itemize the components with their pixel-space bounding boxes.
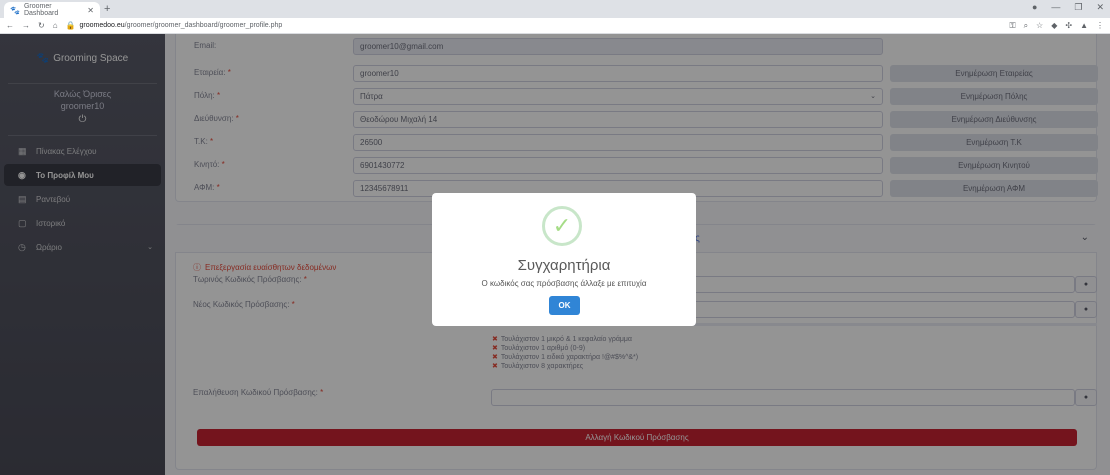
profile-icon[interactable]: ● (1032, 2, 1037, 13)
home-icon[interactable]: ⌂ (53, 21, 58, 30)
close-window-icon[interactable]: ✕ (1096, 2, 1104, 13)
back-icon[interactable]: ← (6, 21, 14, 30)
forward-icon[interactable]: → (22, 21, 30, 30)
puzzle-icon[interactable]: ✣ (1065, 21, 1072, 31)
account-icon[interactable]: ▲ (1080, 21, 1088, 31)
check-icon: ✓ (542, 206, 582, 246)
zoom-icon[interactable]: ⌕ (1024, 21, 1028, 31)
minimize-icon[interactable]: — (1051, 2, 1060, 13)
star-icon[interactable]: ☆ (1036, 21, 1043, 31)
reload-icon[interactable]: ↻ (38, 21, 45, 30)
new-tab-button[interactable]: + (104, 3, 110, 15)
key-icon[interactable]: ⚿ (1009, 21, 1015, 31)
modal-title: Συγχαρητήρια (517, 257, 611, 274)
paw-icon: 🐾 (10, 5, 20, 15)
address-bar: ← → ↻ ⌂ 🔒 groomedoo.eu/groomer/groomer_d… (0, 18, 1110, 34)
extension-icon[interactable]: ◆ (1051, 21, 1057, 31)
lock-icon: 🔒 (65, 21, 76, 30)
browser-tab[interactable]: 🐾 Groomer Dashboard ✕ (4, 2, 100, 18)
maximize-icon[interactable]: ❐ (1074, 2, 1082, 13)
url-field[interactable]: groomedoo.eu/groomer/groomer_dashboard/g… (80, 22, 283, 29)
close-tab-icon[interactable]: ✕ (87, 6, 94, 15)
window-controls: ● — ❐ ✕ (1032, 2, 1104, 13)
menu-icon[interactable]: ⋮ (1096, 21, 1104, 31)
ok-button[interactable]: OK (549, 296, 580, 315)
browser-tab-strip: 🐾 Groomer Dashboard ✕ + ● — ❐ ✕ (0, 0, 1110, 18)
modal-message: Ο κωδικός σας πρόσβασης άλλαξε με επιτυχ… (481, 279, 647, 288)
success-modal: ✓ Συγχαρητήρια Ο κωδικός σας πρόσβασης ά… (432, 193, 696, 326)
tab-title: Groomer Dashboard (23, 3, 59, 17)
